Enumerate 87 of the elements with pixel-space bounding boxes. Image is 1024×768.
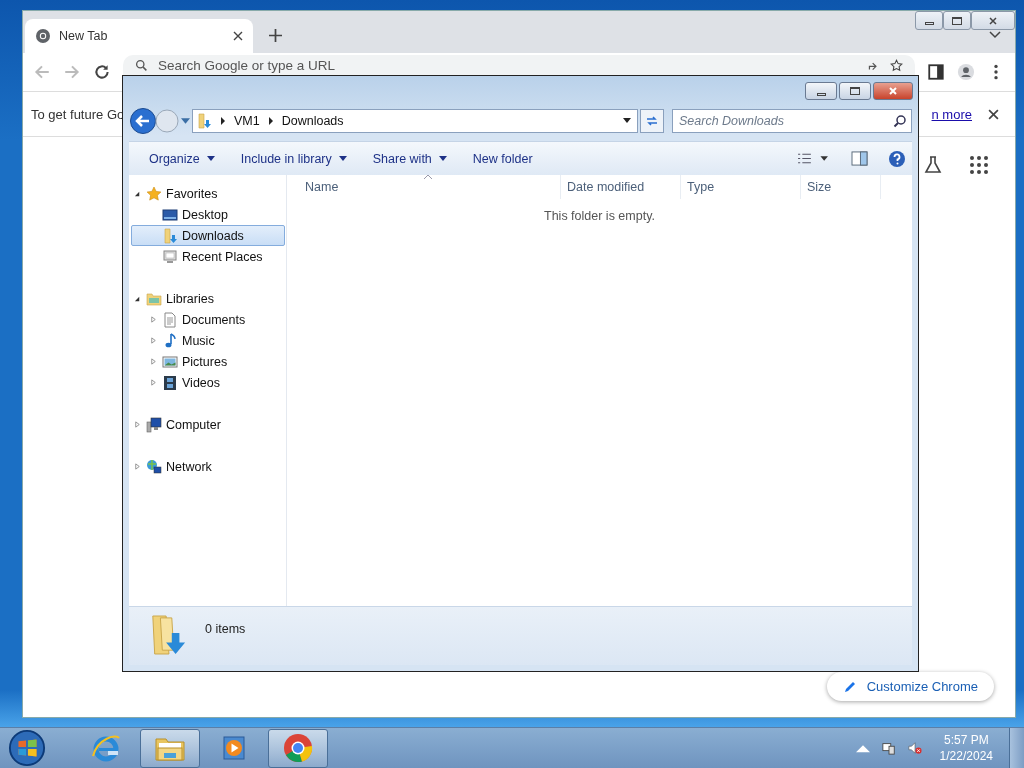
collapsed-arrow-icon[interactable] <box>133 463 141 470</box>
speaker-muted-icon[interactable] <box>907 741 922 755</box>
nav-tree-item[interactable]: Favorites <box>131 183 285 204</box>
nav-tree-item[interactable]: Computer <box>131 414 285 435</box>
close-button[interactable] <box>873 82 913 100</box>
close-icon <box>988 15 998 26</box>
side-panel-icon[interactable] <box>927 63 945 81</box>
chevron-right-icon[interactable] <box>220 117 226 125</box>
column-header[interactable]: Size <box>801 175 881 199</box>
network-status-icon[interactable] <box>881 741 896 755</box>
film-icon <box>162 374 178 391</box>
profile-icon[interactable] <box>957 63 975 81</box>
collapsed-arrow-icon[interactable] <box>149 379 157 386</box>
history-dropdown-icon[interactable] <box>181 117 190 125</box>
reload-icon[interactable] <box>93 63 111 81</box>
folder-download-icon <box>196 113 212 129</box>
column-header[interactable]: Date modified <box>561 175 681 199</box>
library-folder-icon <box>146 290 162 307</box>
nav-tree-item[interactable]: Music <box>131 330 285 351</box>
star-icon <box>146 185 162 202</box>
close-icon[interactable] <box>233 31 243 41</box>
search-field[interactable]: Search Downloads <box>672 109 912 133</box>
recent-places-icon <box>162 248 178 265</box>
nav-tree-item[interactable]: Network <box>131 456 285 477</box>
picture-icon <box>162 353 178 370</box>
taskbar-app[interactable] <box>268 728 328 768</box>
dropdown-arrow-icon <box>438 155 447 162</box>
search-icon <box>135 58 148 72</box>
minimize-button[interactable] <box>915 11 943 30</box>
customize-chrome-button[interactable]: Customize Chrome <box>826 672 994 701</box>
collapsed-arrow-icon[interactable] <box>133 421 141 428</box>
browser-tab[interactable]: New Tab <box>25 19 253 53</box>
learn-more-link[interactable]: n more <box>931 106 972 122</box>
search-icon <box>893 114 907 128</box>
nav-tree-item[interactable]: Videos <box>131 372 285 393</box>
refresh-button[interactable] <box>640 109 664 133</box>
network-icon <box>146 458 162 475</box>
apps-grid-icon[interactable] <box>969 155 989 175</box>
collapsed-arrow-icon[interactable] <box>149 358 157 365</box>
collapsed-arrow-icon[interactable] <box>149 316 157 323</box>
flask-icon[interactable] <box>923 155 943 175</box>
show-desktop-button[interactable] <box>1009 728 1024 768</box>
tab-title: New Tab <box>59 29 109 43</box>
chevron-down-icon[interactable] <box>989 31 1001 39</box>
computer-icon <box>146 416 162 433</box>
dropdown-arrow-icon <box>206 155 215 162</box>
toolbar-button[interactable]: Share with <box>362 147 457 170</box>
chevron-right-icon[interactable] <box>267 117 274 125</box>
minimize-button[interactable] <box>805 82 837 100</box>
address-bar[interactable]: VM1 Downloads <box>192 109 638 133</box>
refresh-icon <box>645 114 659 128</box>
nav-tree-item[interactable]: Documents <box>131 309 285 330</box>
pencil-icon <box>842 679 857 694</box>
back-button-icon[interactable] <box>129 107 157 135</box>
collapsed-arrow-icon[interactable] <box>149 337 157 344</box>
preview-pane-icon[interactable] <box>851 151 868 166</box>
nav-tree-item[interactable]: Libraries <box>131 288 285 309</box>
folder-download-icon <box>149 613 187 657</box>
document-icon <box>162 311 178 328</box>
column-header[interactable]: Name <box>287 175 561 199</box>
expanded-arrow-icon[interactable] <box>133 295 141 302</box>
close-icon[interactable] <box>988 108 999 120</box>
maximize-button[interactable] <box>943 11 971 30</box>
dropdown-arrow-icon[interactable] <box>623 118 631 124</box>
toolbar-button[interactable]: Include in library <box>230 147 357 170</box>
view-options-icon[interactable] <box>797 152 829 165</box>
nav-tree-item[interactable]: Desktop <box>131 204 285 225</box>
expanded-arrow-icon[interactable] <box>133 190 141 197</box>
desktop-icon <box>162 206 178 223</box>
close-icon <box>888 86 898 96</box>
maximize-button[interactable] <box>839 82 871 100</box>
star-outline-icon[interactable] <box>890 58 903 72</box>
empty-folder-message: This folder is empty. <box>544 209 655 223</box>
toolbar-button[interactable]: Organize <box>139 147 225 170</box>
address-bar[interactable]: Search Google or type a URL <box>123 55 915 75</box>
nav-tree-item[interactable]: Recent Places <box>131 246 285 267</box>
new-tab-icon[interactable] <box>269 29 282 42</box>
dropdown-arrow-icon <box>338 155 347 162</box>
start-button-icon[interactable] <box>8 729 46 767</box>
folder-download-icon <box>162 227 178 244</box>
column-header[interactable]: Type <box>681 175 801 199</box>
nav-tree-item[interactable]: Pictures <box>131 351 285 372</box>
help-icon[interactable] <box>888 149 906 168</box>
taskbar-app[interactable] <box>140 728 200 768</box>
item-count: 0 items <box>205 622 246 636</box>
nav-tree-item[interactable]: Downloads <box>131 225 285 246</box>
toolbar-button[interactable]: New folder <box>462 147 543 170</box>
